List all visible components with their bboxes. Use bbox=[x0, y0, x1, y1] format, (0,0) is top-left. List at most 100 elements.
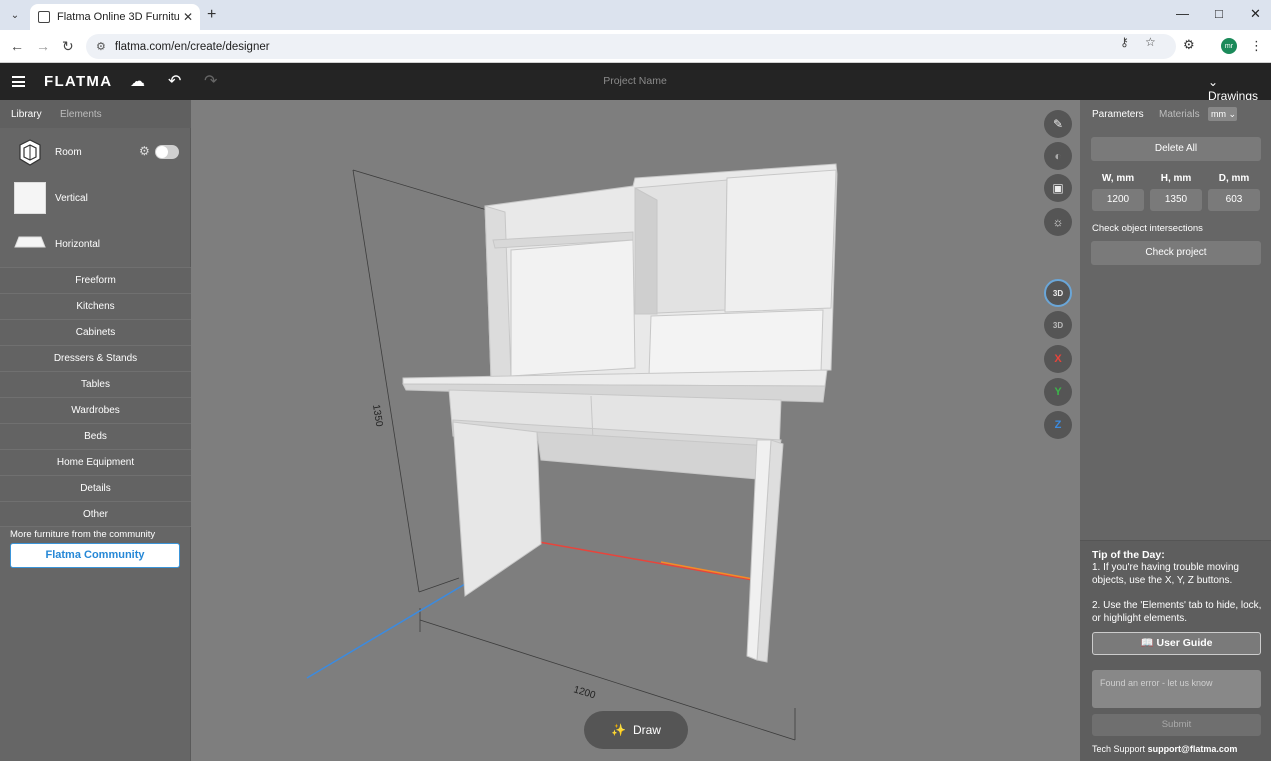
category-beds[interactable]: Beds bbox=[0, 423, 191, 449]
drawings-menu[interactable]: ⌄ Drawings bbox=[1208, 75, 1271, 103]
unit-value: mm bbox=[1211, 109, 1226, 119]
category-dressers-stands[interactable]: Dressers & Stands bbox=[0, 345, 191, 371]
library-item-label: Room bbox=[55, 147, 82, 158]
support-label: Tech Support bbox=[1092, 744, 1146, 754]
room-toggle[interactable] bbox=[155, 145, 179, 159]
magic-wand-icon[interactable]: ✎ bbox=[1044, 110, 1072, 138]
site-info-icon[interactable]: ⚙ bbox=[96, 40, 106, 53]
horizontal-panel-icon bbox=[14, 236, 46, 248]
intersections-label: Check object intersections bbox=[1092, 223, 1203, 234]
light-bulb-icon[interactable]: ☼ bbox=[1044, 208, 1072, 236]
library-item-label: Vertical bbox=[55, 193, 88, 204]
3d-viewport[interactable]: 1350 1200 ✎ ◐ ▣ ☼ 3D 3D X Y Z ✨ Draw bbox=[191, 100, 1080, 761]
toggle-knob bbox=[156, 146, 168, 158]
tab-close-icon[interactable]: ✕ bbox=[183, 10, 193, 24]
key-icon[interactable]: ⚷ bbox=[1120, 35, 1129, 49]
category-kitchens[interactable]: Kitchens bbox=[0, 293, 191, 319]
x-axis-tail bbox=[660, 561, 754, 580]
forward-icon[interactable]: → bbox=[36, 38, 50, 54]
category-freeform[interactable]: Freeform bbox=[0, 267, 191, 293]
tech-support: Tech Support support@flatma.com bbox=[1092, 744, 1237, 754]
reload-icon[interactable]: ↻ bbox=[62, 38, 74, 55]
profile-avatar[interactable]: mr bbox=[1221, 38, 1237, 54]
tab-parameters[interactable]: Parameters bbox=[1092, 109, 1144, 120]
minimize-icon[interactable]: — bbox=[1176, 6, 1189, 21]
app-header: FLATMA ☁ ↶ ↷ Project Name ⌄ Drawings bbox=[0, 63, 1271, 103]
draw-button[interactable]: ✨ Draw bbox=[584, 711, 688, 749]
width-dimension-label: 1200 bbox=[572, 684, 597, 701]
depth-input[interactable]: 603 bbox=[1208, 189, 1260, 211]
z-axis-button[interactable]: Z bbox=[1044, 411, 1072, 439]
left-sidebar: Library Elements Room ⚙ Vertical Horizon… bbox=[0, 100, 191, 761]
gear-icon[interactable]: ⚙ bbox=[139, 144, 150, 158]
favicon-icon bbox=[38, 11, 50, 23]
tip-text-2: 2. Use the 'Elements' tab to hide, lock,… bbox=[1092, 600, 1262, 624]
width-label: W, mm bbox=[1101, 173, 1135, 184]
community-label: More furniture from the community bbox=[10, 529, 156, 540]
height-input[interactable]: 1350 bbox=[1150, 189, 1202, 211]
feedback-textarea[interactable]: Found an error - let us know bbox=[1092, 670, 1261, 708]
browser-tab[interactable]: Flatma Online 3D Furniture Designer ✕ bbox=[30, 4, 200, 30]
maximize-icon[interactable]: □ bbox=[1215, 6, 1223, 21]
tip-text-1: 1. If you're having trouble moving objec… bbox=[1092, 562, 1239, 586]
omnibox[interactable]: ⚙ flatma.com/en/create/designer bbox=[86, 34, 1176, 59]
extensions-icon[interactable]: ⚙ bbox=[1183, 37, 1195, 53]
flatma-community-button[interactable]: Flatma Community bbox=[10, 543, 180, 568]
tip-title: Tip of the Day: bbox=[1092, 549, 1165, 561]
library-item-vertical[interactable]: Vertical bbox=[0, 178, 191, 218]
contrast-icon[interactable]: ◐ bbox=[1044, 142, 1072, 170]
tab-search-chevron-icon[interactable]: ⌄ bbox=[6, 6, 24, 24]
view-3d-ortho-button[interactable]: 3D bbox=[1044, 311, 1072, 339]
x-axis-button[interactable]: X bbox=[1044, 345, 1072, 373]
transform-icon[interactable]: ▣ bbox=[1044, 174, 1072, 202]
furniture-scene[interactable]: 1350 1200 bbox=[191, 100, 1080, 761]
category-home-equipment[interactable]: Home Equipment bbox=[0, 449, 191, 475]
tab-materials[interactable]: Materials bbox=[1159, 109, 1200, 120]
category-wardrobes[interactable]: Wardrobes bbox=[0, 397, 191, 423]
sparkle-icon: ✨ bbox=[611, 723, 626, 737]
browser-menu-icon[interactable]: ⋮ bbox=[1250, 38, 1263, 54]
chevron-down-icon: ⌄ bbox=[1208, 75, 1219, 89]
category-other[interactable]: Other bbox=[0, 501, 191, 527]
url-text[interactable]: flatma.com/en/create/designer bbox=[115, 41, 270, 53]
new-tab-icon[interactable]: + bbox=[207, 6, 216, 24]
unit-select[interactable]: mm ⌄ bbox=[1208, 107, 1237, 121]
tab-title: Flatma Online 3D Furniture Designer bbox=[57, 11, 179, 23]
submit-button[interactable]: Submit bbox=[1092, 714, 1261, 736]
tab-library[interactable]: Library bbox=[11, 109, 42, 120]
view-3d-perspective-button[interactable]: 3D bbox=[1044, 279, 1072, 307]
chevron-down-icon: ⌄ bbox=[1228, 109, 1237, 119]
window-close-icon[interactable]: ✕ bbox=[1250, 6, 1261, 22]
user-guide-button[interactable]: 📖 User Guide bbox=[1092, 632, 1261, 655]
library-item-horizontal[interactable]: Horizontal bbox=[0, 224, 191, 264]
height-dimension-label: 1350 bbox=[370, 404, 384, 428]
tab-elements[interactable]: Elements bbox=[60, 109, 102, 120]
hamburger-menu-icon[interactable] bbox=[12, 76, 25, 87]
width-input[interactable]: 1200 bbox=[1092, 189, 1144, 211]
cloud-upload-icon[interactable]: ☁ bbox=[130, 72, 145, 90]
depth-label: D, mm bbox=[1218, 173, 1250, 184]
address-bar-row: ← → ↻ ⚙ flatma.com/en/create/designer ⚷ … bbox=[0, 30, 1271, 63]
undo-icon[interactable]: ↶ bbox=[168, 71, 181, 91]
vertical-panel-icon bbox=[14, 182, 46, 214]
user-guide-label: User Guide bbox=[1156, 637, 1213, 649]
y-axis-button[interactable]: Y bbox=[1044, 378, 1072, 406]
delete-all-button[interactable]: Delete All bbox=[1091, 137, 1261, 161]
tip-of-the-day: Tip of the Day: 1. If you're having trou… bbox=[1080, 540, 1271, 761]
project-name[interactable]: Project Name bbox=[560, 75, 710, 87]
height-label: H, mm bbox=[1160, 173, 1192, 184]
draw-label: Draw bbox=[632, 723, 661, 737]
x-axis-line bbox=[538, 541, 754, 581]
room-icon bbox=[19, 138, 41, 166]
back-icon[interactable]: ← bbox=[10, 38, 24, 54]
flatma-logo: FLATMA bbox=[44, 73, 113, 90]
desk-model bbox=[402, 163, 838, 663]
redo-icon[interactable]: ↷ bbox=[204, 71, 217, 91]
category-details[interactable]: Details bbox=[0, 475, 191, 501]
category-cabinets[interactable]: Cabinets bbox=[0, 319, 191, 345]
category-tables[interactable]: Tables bbox=[0, 371, 191, 397]
star-icon[interactable]: ☆ bbox=[1145, 35, 1156, 49]
support-email[interactable]: support@flatma.com bbox=[1148, 744, 1238, 754]
check-project-button[interactable]: Check project bbox=[1091, 241, 1261, 265]
library-item-room[interactable]: Room ⚙ bbox=[0, 130, 191, 175]
